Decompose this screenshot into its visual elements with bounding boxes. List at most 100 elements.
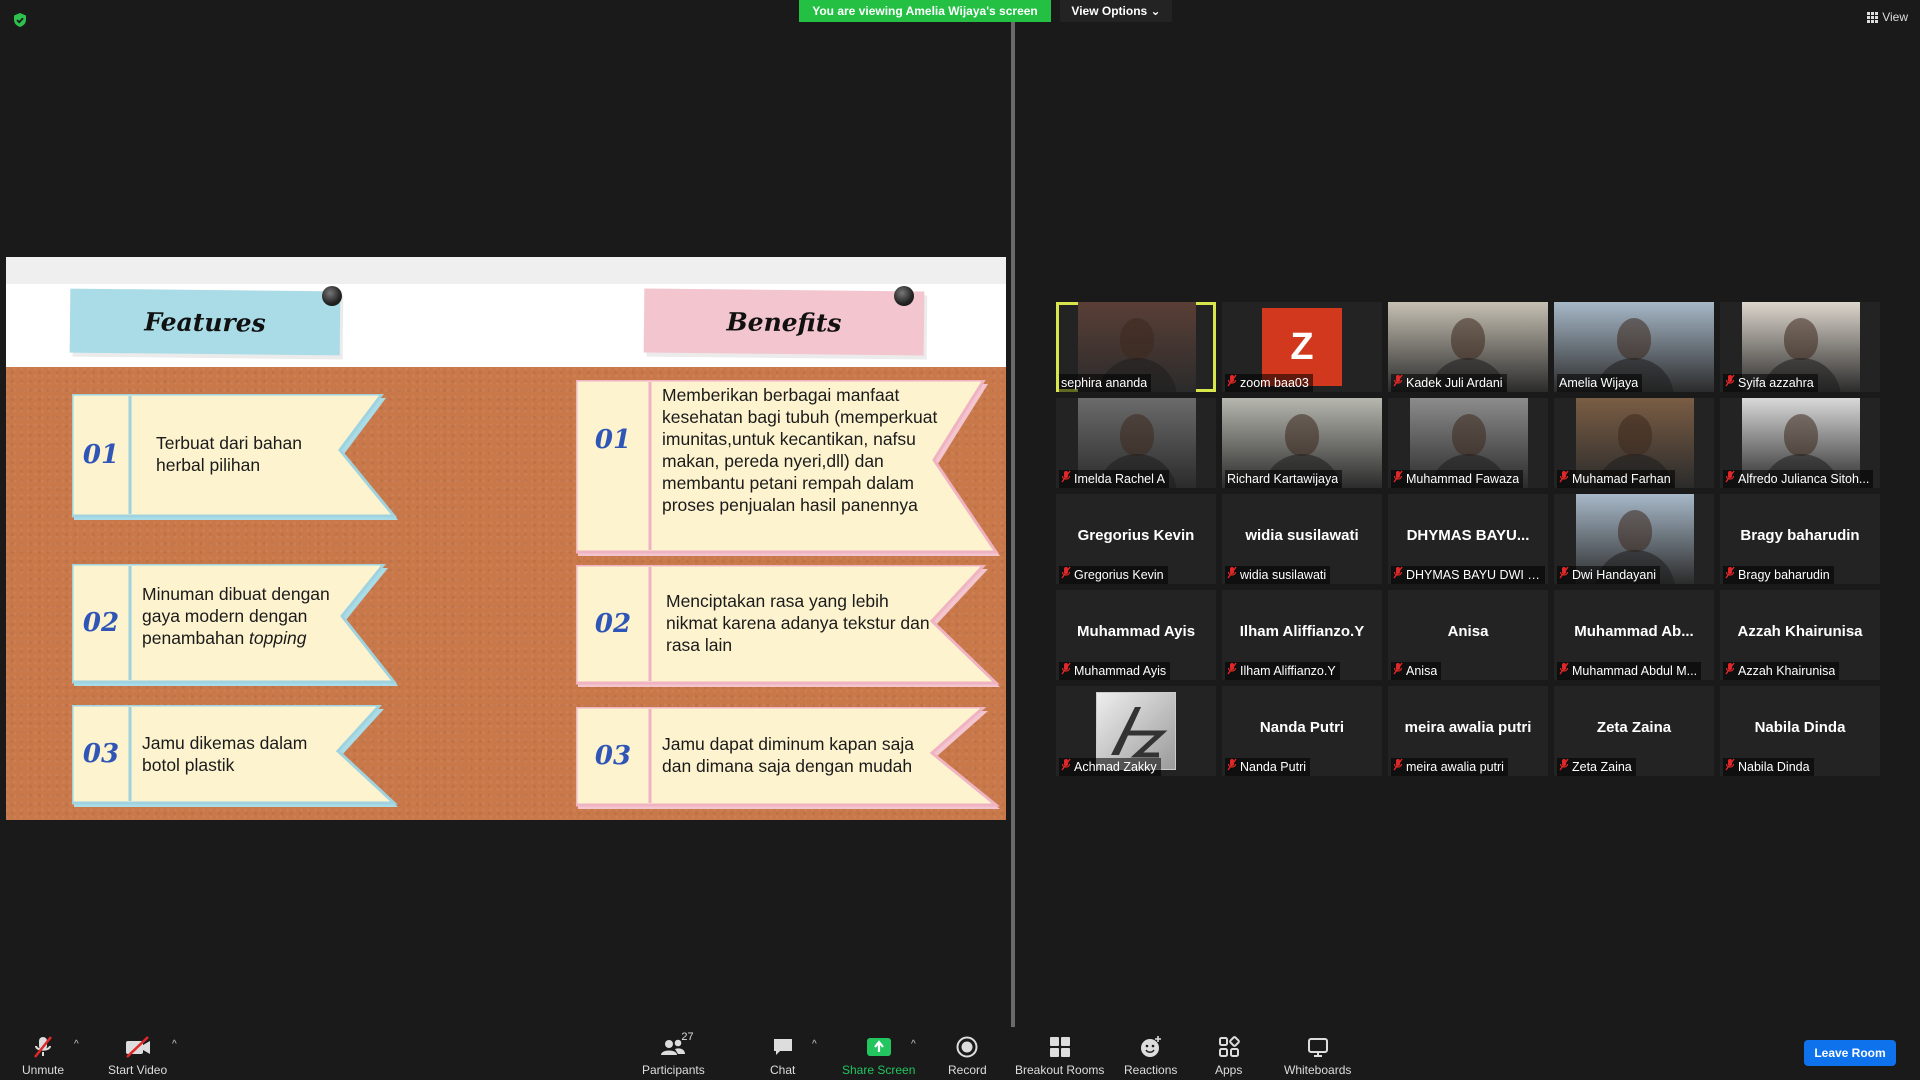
participant-name-label: Muhamad Farhan [1557, 470, 1675, 488]
zoom-meeting-window: You are viewing Amelia Wijaya's screen V… [0, 0, 1920, 1080]
participant-name-label: Bragy baharudin [1723, 566, 1834, 584]
participant-tile[interactable]: Muhammad Ab... Muhammad Abdul M... [1554, 590, 1714, 680]
view-button[interactable]: View [1867, 10, 1908, 24]
reactions-button[interactable]: Reactions [1124, 1035, 1177, 1077]
benefit-text: Memberikan berbagai manfaat kesehatan ba… [662, 385, 938, 515]
participant-tile[interactable]: Muhamad Farhan [1554, 398, 1714, 488]
participant-tile[interactable]: Alfredo Julianса Sitoh... [1720, 398, 1880, 488]
participant-name-label: Syifa azzahra [1723, 374, 1818, 392]
breakout-rooms-button[interactable]: Breakout Rooms [1015, 1035, 1104, 1077]
person-silhouette [1618, 414, 1652, 456]
leave-room-button[interactable]: Leave Room [1804, 1040, 1896, 1066]
participant-tile[interactable]: Dwi Handayani [1554, 494, 1714, 584]
chat-bubble-icon [771, 1035, 795, 1059]
share-screen-button[interactable]: Share Screen [842, 1035, 915, 1077]
pin-icon [894, 286, 914, 306]
participant-name: widia susilawati [1240, 568, 1327, 582]
muted-mic-icon [1393, 374, 1403, 392]
split-view-divider[interactable] [1011, 22, 1015, 1027]
person-silhouette [1618, 510, 1652, 552]
muted-mic-icon [1227, 566, 1237, 584]
participant-name: Muhamad Farhan [1572, 472, 1671, 486]
participant-tile[interactable]: Nabila Dinda Nabila Dinda [1720, 686, 1880, 776]
muted-mic-icon [1227, 374, 1237, 392]
participant-tile[interactable]: Amelia Wijaya [1554, 302, 1714, 392]
view-options-button[interactable]: View Options ⌄ [1060, 0, 1172, 22]
participant-tile[interactable]: Syifa azzahra [1720, 302, 1880, 392]
participant-name-label: Nanda Putri [1225, 758, 1311, 776]
participant-tile[interactable]: Achmad Zakky [1056, 686, 1216, 776]
participant-tile[interactable]: Anisa Anisa [1388, 590, 1548, 680]
benefit-number: 03 [594, 741, 632, 771]
feature-card-2: 02 Minuman dibuat dengan gaya modern den… [72, 564, 402, 689]
benefit-number: 02 [594, 609, 632, 639]
share-options-caret-icon[interactable]: ^ [911, 1039, 916, 1050]
feature-number: 02 [82, 608, 120, 638]
video-options-caret-icon[interactable]: ^ [172, 1039, 177, 1050]
participant-name: Alfredo Julianса Sitoh... [1738, 472, 1870, 486]
participant-tile[interactable]: Imelda Rachel A [1056, 398, 1216, 488]
record-icon [955, 1035, 979, 1059]
participant-name: DHYMAS BAYU DWI S... [1406, 568, 1541, 582]
participant-name-label: meira awalia putri [1391, 758, 1508, 776]
feature-card-3: 03 Jamu dikemas dalam botol plastik [72, 705, 402, 810]
participant-tile[interactable]: Bragy baharudin Bragy baharudin [1720, 494, 1880, 584]
encryption-shield-icon[interactable] [12, 12, 28, 28]
muted-mic-icon [1559, 758, 1569, 776]
participant-display-name: widia susilawati [1245, 527, 1359, 544]
participant-tile[interactable]: Muhammad Fawaza [1388, 398, 1548, 488]
participant-tile[interactable]: meira awalia putri meira awalia putri [1388, 686, 1548, 776]
participant-tile[interactable]: sephira ananda [1056, 302, 1216, 392]
participant-display-name: Gregorius Kevin [1077, 527, 1195, 544]
participant-tile[interactable]: Zzoom baa03 [1222, 302, 1382, 392]
muted-mic-icon [1061, 470, 1071, 488]
chat-options-caret-icon[interactable]: ^ [812, 1039, 817, 1050]
whiteboards-button[interactable]: Whiteboards [1284, 1035, 1351, 1077]
participant-name-label: Kadek Juli Ardani [1391, 374, 1507, 392]
participant-tile[interactable]: Richard Kartawijaya [1222, 398, 1382, 488]
participant-tile[interactable]: Kadek Juli Ardani [1388, 302, 1548, 392]
participant-name-label: Gregorius Kevin [1059, 566, 1168, 584]
participant-display-name: Muhammad Ab... [1574, 623, 1694, 640]
chat-button[interactable]: Chat [770, 1035, 795, 1077]
participant-name: Imelda Rachel A [1074, 472, 1166, 486]
participant-name: Muhammad Fawaza [1406, 472, 1520, 486]
apps-button[interactable]: Apps [1215, 1035, 1242, 1077]
participant-tile[interactable]: Muhammad Ayis Muhammad Ayis [1056, 590, 1216, 680]
record-button[interactable]: Record [948, 1035, 987, 1077]
start-video-button[interactable]: Start Video [108, 1035, 167, 1077]
muted-mic-icon [1559, 662, 1569, 680]
participant-tile[interactable]: Azzah Khairunisa Azzah Khairunisa [1720, 590, 1880, 680]
audio-options-caret-icon[interactable]: ^ [74, 1039, 79, 1050]
participant-name: Bragy baharudin [1738, 568, 1830, 582]
participant-tile[interactable]: Zeta Zaina Zeta Zaina [1554, 686, 1714, 776]
participants-button[interactable]: 27 Participants [642, 1031, 705, 1077]
participant-tile[interactable]: Gregorius Kevin Gregorius Kevin [1056, 494, 1216, 584]
participant-display-name: DHYMAS BAYU... [1406, 527, 1530, 544]
participant-name: Anisa [1406, 664, 1438, 678]
video-off-icon [124, 1035, 152, 1059]
participant-tile[interactable]: Ilham Aliffianzo.Y Ilham Aliffianzo.Y [1222, 590, 1382, 680]
participant-name-label: sephira ananda [1059, 374, 1152, 392]
participant-tile[interactable]: Nanda Putri Nanda Putri [1222, 686, 1382, 776]
participant-tile[interactable]: DHYMAS BAYU... DHYMAS BAYU DWI S... [1388, 494, 1548, 584]
participant-name-label: Muhammad Ayis [1059, 662, 1171, 680]
shared-screen-slide: Features Benefits 01 Terbuat dari bahan … [6, 257, 1006, 820]
participant-name: meira awalia putri [1406, 760, 1504, 774]
participant-name: Muhammad Ayis [1074, 664, 1167, 678]
participant-name-label: Richard Kartawijaya [1225, 470, 1343, 488]
benefit-number: 01 [594, 425, 632, 455]
person-silhouette [1285, 414, 1319, 456]
participant-tile[interactable]: widia susilawati widia susilawati [1222, 494, 1382, 584]
feature-number: 01 [82, 440, 120, 470]
benefit-text: Jamu dapat diminum kapan saja dan dimana… [662, 734, 914, 776]
person-silhouette [1452, 414, 1486, 456]
muted-mic-icon [1725, 662, 1735, 680]
participant-display-name: Azzah Khairunisa [1737, 623, 1863, 640]
participant-name: Ilham Aliffianzo.Y [1240, 664, 1336, 678]
unmute-button[interactable]: Unmute [22, 1035, 64, 1077]
participant-name: Achmad Zakky [1074, 760, 1157, 774]
participants-count: 27 [681, 1031, 694, 1043]
participant-name-label: Ilham Aliffianzo.Y [1225, 662, 1340, 680]
participant-name: Azzah Khairunisa [1738, 664, 1836, 678]
